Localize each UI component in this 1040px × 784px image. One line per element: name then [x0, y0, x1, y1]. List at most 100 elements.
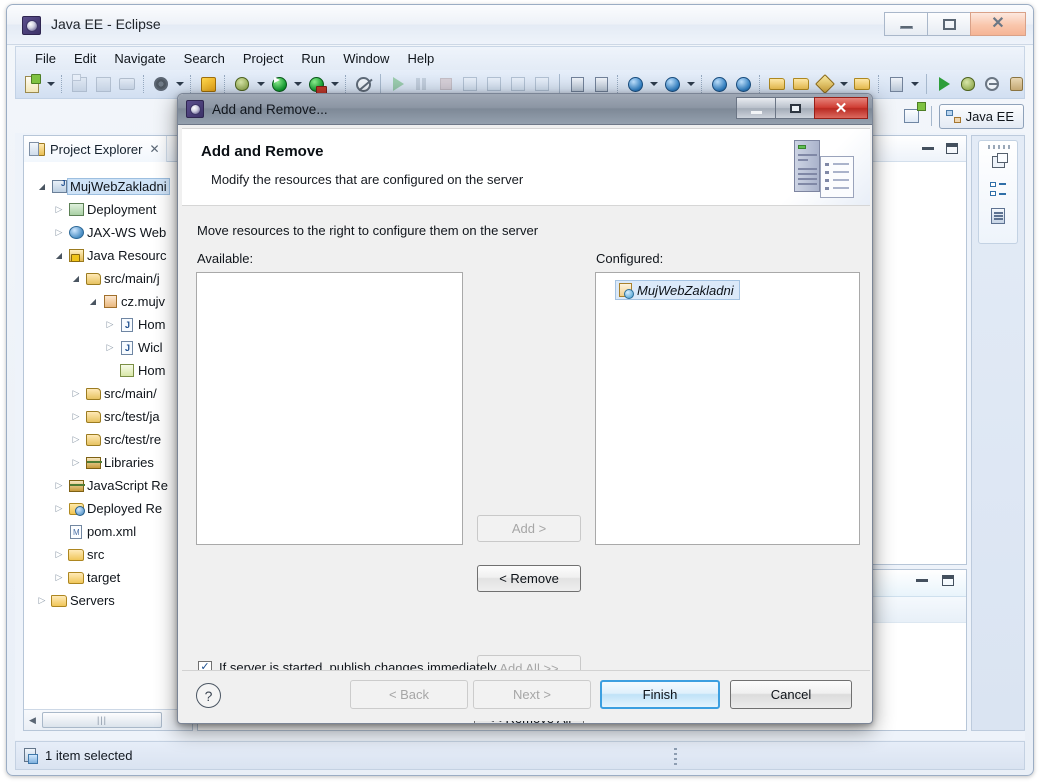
collapse-arrow-icon[interactable] [68, 274, 84, 283]
web-service-icon[interactable] [732, 73, 754, 95]
tree-item[interactable]: Java Resourc [24, 244, 192, 267]
task-list-icon[interactable] [988, 207, 1008, 225]
menu-edit[interactable]: Edit [65, 48, 105, 69]
finish-button[interactable]: Finish [600, 680, 720, 709]
expand-arrow-icon[interactable] [51, 204, 67, 215]
tree-item[interactable]: cz.mujv [24, 290, 192, 313]
cancel-button[interactable]: Cancel [730, 680, 852, 709]
horizontal-scrollbar[interactable]: ◀ ||| [24, 709, 192, 730]
expand-arrow-icon[interactable] [51, 227, 67, 238]
add-button[interactable]: Add > [477, 515, 581, 542]
expand-arrow-icon[interactable] [68, 388, 84, 399]
collapse-arrow-icon[interactable] [51, 251, 67, 260]
help-icon[interactable]: ? [196, 683, 221, 708]
expand-arrow-icon[interactable] [68, 411, 84, 422]
maximize-console-icon[interactable] [942, 575, 954, 586]
search-icon[interactable] [661, 73, 683, 95]
browser-icon[interactable] [708, 73, 730, 95]
run-dropdown-arrow[interactable] [291, 73, 304, 95]
tree-item[interactable]: JavaScript Re [24, 474, 192, 497]
tree-item[interactable]: src/test/ja [24, 405, 192, 428]
menu-project[interactable]: Project [234, 48, 292, 69]
new-server-icon[interactable] [624, 73, 646, 95]
menu-run[interactable]: Run [292, 48, 334, 69]
run-on-server-icon[interactable] [305, 73, 327, 95]
expand-arrow-icon[interactable] [51, 572, 67, 583]
step-into-icon[interactable] [459, 73, 481, 95]
expand-arrow-icon[interactable] [34, 595, 50, 606]
scrollbar-thumb[interactable]: ||| [42, 712, 162, 728]
save-icon[interactable] [68, 73, 90, 95]
scroll-left-icon[interactable]: ◀ [24, 711, 41, 730]
debug-dropdown-arrow[interactable] [254, 73, 267, 95]
menu-search[interactable]: Search [175, 48, 234, 69]
expand-arrow-icon[interactable] [102, 319, 118, 330]
step-over-icon[interactable] [483, 73, 505, 95]
terminate-icon[interactable] [435, 73, 457, 95]
status-resize-handle[interactable] [674, 748, 677, 765]
minimize-console-icon[interactable] [916, 579, 928, 582]
close-button[interactable]: ✕ [970, 12, 1026, 36]
outline-view-icon[interactable] [988, 180, 1008, 198]
open-type-icon[interactable] [790, 73, 812, 95]
tree-item[interactable]: Hom [24, 313, 192, 336]
configured-resources-list[interactable]: MujWebZakladni [595, 272, 860, 545]
open-resource-icon[interactable] [766, 73, 788, 95]
new-dropdown-arrow[interactable] [44, 73, 57, 95]
maximize-button[interactable] [927, 12, 971, 36]
start-server-icon[interactable] [933, 73, 955, 95]
pencil-dropdown-arrow[interactable] [837, 73, 850, 95]
new-java-class-icon[interactable] [566, 73, 588, 95]
collapse-arrow-icon[interactable] [34, 182, 50, 191]
tree-item[interactable]: Deployment [24, 198, 192, 221]
tree-item[interactable]: Deployed Re [24, 497, 192, 520]
debug-server-icon[interactable] [957, 73, 979, 95]
skip-breakpoints-icon[interactable] [352, 73, 374, 95]
dialog-close-button[interactable]: ✕ [814, 97, 868, 119]
menu-window[interactable]: Window [334, 48, 398, 69]
tree-item[interactable]: Servers [24, 589, 192, 612]
open-perspective-icon[interactable] [900, 104, 924, 128]
menu-help[interactable]: Help [398, 48, 443, 69]
perspective-java-ee[interactable]: Java EE [938, 103, 1024, 129]
minimize-view-icon[interactable] [922, 147, 934, 150]
tree-item[interactable]: MujWebZakladni [24, 175, 192, 198]
tree-item[interactable]: src [24, 543, 192, 566]
menu-file[interactable]: File [26, 48, 65, 69]
drop-to-frame-icon[interactable] [531, 73, 553, 95]
dialog-minimize-button[interactable] [736, 97, 776, 119]
expand-arrow-icon[interactable] [51, 549, 67, 560]
run-icon[interactable] [268, 73, 290, 95]
run-server-dropdown-arrow[interactable] [328, 73, 341, 95]
new-wizard-icon[interactable] [21, 73, 43, 95]
tree-item[interactable]: Hom [24, 359, 192, 382]
tree-item[interactable]: JAX-WS Web [24, 221, 192, 244]
drag-handle-dots[interactable] [988, 145, 1012, 149]
resume-icon[interactable] [387, 73, 409, 95]
maximize-view-icon[interactable] [946, 143, 958, 154]
tree-item[interactable]: Wicl [24, 336, 192, 359]
new-server-dropdown-arrow[interactable] [647, 73, 660, 95]
collapse-arrow-icon[interactable] [85, 297, 101, 306]
stop-server-icon[interactable] [981, 73, 1003, 95]
tree-item[interactable]: target [24, 566, 192, 589]
tree-item[interactable]: src/test/re [24, 428, 192, 451]
server-list-icon[interactable] [885, 73, 907, 95]
back-button[interactable]: < Back [350, 680, 468, 709]
save-all-icon[interactable] [92, 73, 114, 95]
step-return-icon[interactable] [507, 73, 529, 95]
edit-pencil-icon[interactable] [814, 73, 836, 95]
server-list-dropdown-arrow[interactable] [908, 73, 921, 95]
profile-server-icon[interactable] [1005, 73, 1024, 95]
debug-bug-icon[interactable] [231, 73, 253, 95]
suspend-icon[interactable] [411, 73, 433, 95]
expand-arrow-icon[interactable] [68, 457, 84, 468]
build-gear-icon[interactable] [150, 73, 172, 95]
project-tree[interactable]: MujWebZakladni Deployment JAX-WS Web Java R… [24, 163, 192, 708]
expand-arrow-icon[interactable] [102, 342, 118, 353]
menu-navigate[interactable]: Navigate [105, 48, 174, 69]
search-dropdown-arrow[interactable] [684, 73, 697, 95]
tree-item[interactable]: Libraries [24, 451, 192, 474]
close-icon[interactable]: ✕ [149, 142, 159, 156]
next-button[interactable]: Next > [473, 680, 591, 709]
